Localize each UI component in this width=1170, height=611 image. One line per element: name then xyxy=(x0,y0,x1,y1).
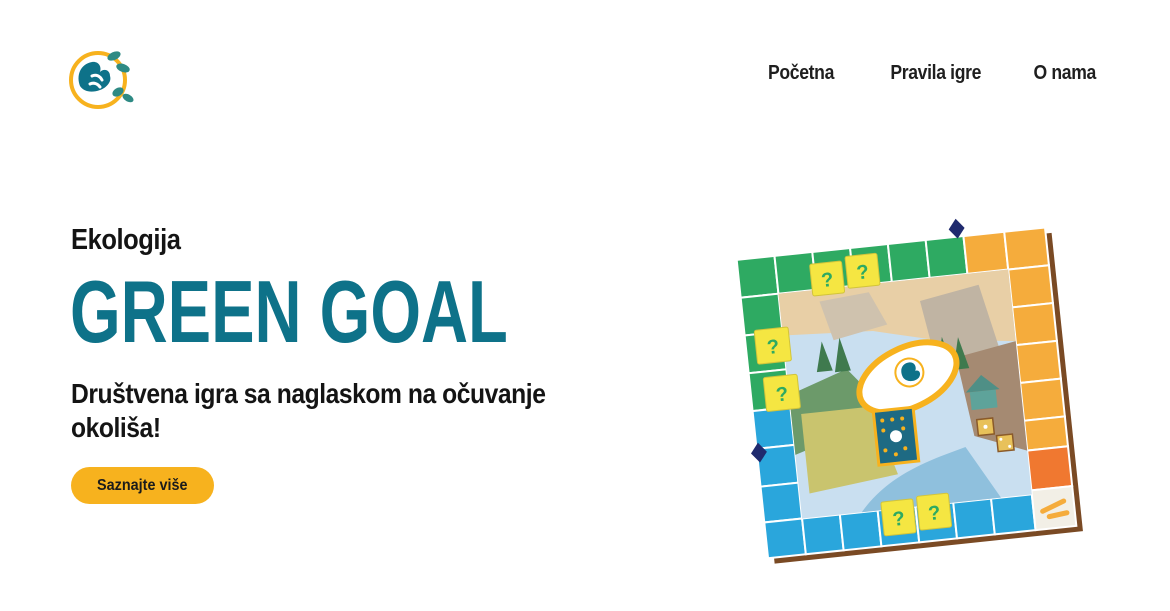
hero-category: Ekologija xyxy=(71,224,181,256)
question-card-label: ? xyxy=(891,508,905,531)
learn-more-button[interactable]: Saznajte više xyxy=(71,467,214,504)
nav-item-o-nama[interactable]: O nama xyxy=(1034,62,1097,85)
question-card-label: ? xyxy=(927,502,941,525)
logo-icon[interactable] xyxy=(66,46,136,112)
hero-title: GREEN GOAL xyxy=(70,262,508,361)
question-card-label: ? xyxy=(775,383,789,406)
learn-more-label: Saznajte više xyxy=(97,476,188,494)
board-game-illustration-icon: ? ? ? ? ? ? xyxy=(735,218,1083,564)
nav-item-pocetna[interactable]: Početna xyxy=(768,62,834,85)
question-card-label: ? xyxy=(766,336,780,359)
board-game-illustration: ? ? ? ? ? ? xyxy=(730,212,1100,582)
hero-subtitle: Društvena igra sa naglaskom na očuvanje … xyxy=(71,378,546,443)
page: Početna Pravila igre O nama Ekologija GR… xyxy=(0,0,1170,611)
nav-item-pravila-igre[interactable]: Pravila igre xyxy=(890,62,981,85)
question-card-label: ? xyxy=(820,269,834,292)
hands-leaves-logo-icon xyxy=(69,51,134,109)
main-nav: Početna Pravila igre O nama xyxy=(759,62,1096,85)
question-card-label: ? xyxy=(856,261,870,284)
